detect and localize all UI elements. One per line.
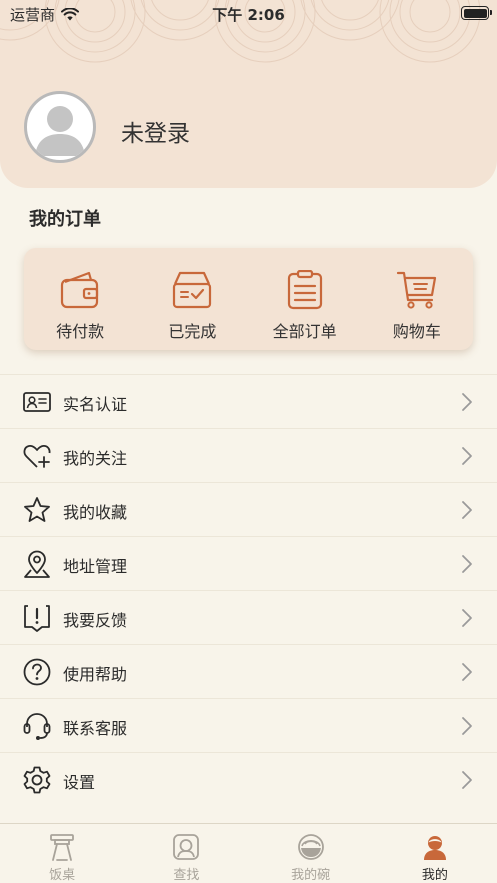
orders-card: 待付款 已完成 全部订单 购物车: [24, 248, 473, 350]
profile-icon: [423, 836, 446, 860]
menu-item-label: 我要反馈: [63, 611, 128, 630]
feedback-icon: [24, 605, 50, 632]
chevron-right-icon: [462, 555, 472, 573]
order-pending-payment[interactable]: 待付款: [24, 248, 136, 350]
settings-menu: 实名认证 我的关注 我的收藏 地址管理 我要反馈 使用帮助 联系客服 设置: [0, 374, 497, 806]
bowl-icon: [297, 834, 324, 860]
battery-icon: [461, 6, 492, 20]
menu-item-feedback[interactable]: 我要反馈: [0, 590, 497, 644]
menu-item-label: 联系客服: [63, 719, 128, 738]
location-pin-icon: [24, 550, 50, 578]
menu-item-my-favorites[interactable]: 我的收藏: [0, 482, 497, 536]
orders-section-title: 我的订单: [29, 209, 101, 230]
menu-item-my-follows[interactable]: 我的关注: [0, 428, 497, 482]
order-shopping-cart[interactable]: 购物车: [361, 248, 473, 350]
order-item-label: 全部订单: [272, 322, 337, 341]
menu-item-address-management[interactable]: 地址管理: [0, 536, 497, 590]
menu-item-label: 实名认证: [63, 395, 128, 414]
order-item-label: 已完成: [168, 322, 217, 341]
profile-header: 运营商 下午 2:06 未登录: [0, 0, 497, 188]
menu-item-settings[interactable]: 设置: [0, 752, 497, 806]
chevron-right-icon: [462, 501, 472, 519]
gear-icon: [23, 766, 51, 794]
bottom-tab-bar: 饭桌 查找 我的碗 我的: [0, 823, 497, 883]
menu-item-label: 我的收藏: [63, 503, 128, 522]
chevron-right-icon: [462, 717, 472, 735]
chevron-right-icon: [462, 609, 472, 627]
clock: 下午 2:06: [212, 6, 285, 24]
help-icon: [23, 658, 51, 686]
tab-label: 饭桌: [49, 868, 76, 883]
chevron-right-icon: [462, 663, 472, 681]
tab-dining-table[interactable]: 饭桌: [0, 824, 124, 883]
tab-search[interactable]: 查找: [124, 824, 248, 883]
tab-label: 我的碗: [291, 868, 331, 883]
avatar[interactable]: [24, 91, 96, 163]
login-status-label[interactable]: 未登录: [121, 114, 190, 148]
menu-item-real-name-auth[interactable]: 实名认证: [0, 374, 497, 428]
order-completed[interactable]: 已完成: [136, 248, 248, 350]
heart-plus-icon: [23, 444, 51, 468]
menu-item-label: 地址管理: [63, 557, 128, 576]
star-icon: [24, 497, 50, 522]
table-icon: [50, 834, 75, 861]
menu-item-label: 我的关注: [63, 449, 128, 468]
completed-box-icon: [173, 271, 212, 309]
menu-item-label: 设置: [63, 773, 96, 792]
menu-item-help[interactable]: 使用帮助: [0, 644, 497, 698]
tab-my-bowl[interactable]: 我的碗: [249, 824, 373, 883]
order-item-label: 购物车: [392, 322, 441, 341]
chevron-right-icon: [462, 771, 472, 789]
order-item-label: 待付款: [56, 322, 105, 341]
default-user-icon: [35, 106, 85, 156]
search-icon: [173, 834, 200, 860]
shopping-cart-icon: [396, 271, 436, 309]
tab-profile[interactable]: 我的: [373, 824, 497, 883]
status-bar: 运营商 下午 2:06: [0, 0, 497, 26]
menu-item-label: 使用帮助: [63, 665, 128, 684]
wallet-icon: [61, 271, 99, 309]
clipboard-list-icon: [287, 270, 322, 310]
chevron-right-icon: [462, 393, 472, 411]
tab-label: 我的: [421, 868, 448, 883]
tab-label: 查找: [173, 868, 200, 883]
menu-item-customer-service[interactable]: 联系客服: [0, 698, 497, 752]
id-card-icon: [23, 392, 51, 412]
headset-icon: [23, 713, 51, 740]
chevron-right-icon: [462, 447, 472, 465]
order-all[interactable]: 全部订单: [249, 248, 361, 350]
